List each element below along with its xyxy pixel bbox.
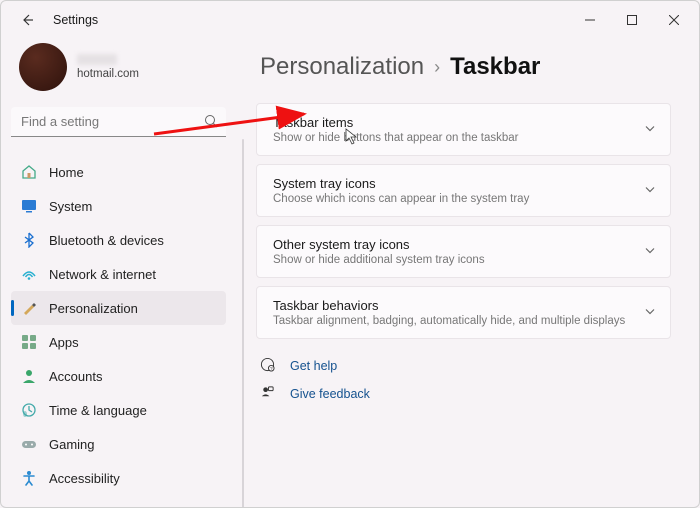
sidebar-item-accounts[interactable]: Accounts [11, 359, 226, 393]
sidebar-item-label: Gaming [49, 437, 95, 452]
search-input[interactable] [11, 107, 226, 137]
card-system-tray[interactable]: System tray icons Choose which icons can… [256, 164, 671, 217]
help-label[interactable]: Get help [290, 359, 337, 373]
gaming-icon [21, 436, 37, 452]
main-content: Personalization › Taskbar Taskbar items … [236, 39, 699, 507]
minimize-button[interactable] [569, 5, 611, 35]
card-taskbar-behaviors[interactable]: Taskbar behaviors Taskbar alignment, bad… [256, 286, 671, 339]
sidebar-item-label: Accessibility [49, 471, 120, 486]
personalization-icon [21, 300, 37, 316]
card-desc: Show or hide buttons that appear on the … [273, 132, 630, 144]
back-button[interactable] [13, 6, 41, 34]
sidebar: hotmail.com Home System Bluetooth & devi… [1, 39, 236, 507]
card-desc: Show or hide additional system tray icon… [273, 254, 630, 266]
close-button[interactable] [653, 5, 695, 35]
feedback-label[interactable]: Give feedback [290, 387, 370, 401]
sidebar-item-label: Time & language [49, 403, 147, 418]
sidebar-item-home[interactable]: Home [11, 155, 226, 189]
sidebar-item-personalization[interactable]: Personalization [11, 291, 226, 325]
apps-icon [21, 334, 37, 350]
sidebar-item-apps[interactable]: Apps [11, 325, 226, 359]
card-desc: Taskbar alignment, badging, automaticall… [273, 315, 630, 327]
card-title: Taskbar behaviors [273, 298, 630, 313]
sidebar-item-label: Personalization [49, 301, 138, 316]
sidebar-item-network[interactable]: Network & internet [11, 257, 226, 291]
avatar [19, 43, 67, 91]
sidebar-item-bluetooth[interactable]: Bluetooth & devices [11, 223, 226, 257]
sidebar-item-label: Home [49, 165, 84, 180]
chevron-down-icon [644, 183, 656, 198]
maximize-button[interactable] [611, 5, 653, 35]
sidebar-item-system[interactable]: System [11, 189, 226, 223]
chevron-down-icon [644, 244, 656, 259]
give-feedback-link[interactable]: Give feedback [260, 385, 671, 403]
card-title: System tray icons [273, 176, 630, 191]
account-name-redacted [77, 54, 117, 65]
system-icon [21, 198, 37, 214]
bluetooth-icon [21, 232, 37, 248]
time-icon [21, 402, 37, 418]
chevron-right-icon: › [434, 57, 440, 78]
sidebar-item-label: System [49, 199, 92, 214]
chevron-down-icon [644, 122, 656, 137]
get-help-link[interactable]: ? Get help [260, 357, 671, 375]
chevron-down-icon [644, 305, 656, 320]
accounts-icon [21, 368, 37, 384]
breadcrumb: Personalization › Taskbar [260, 53, 671, 81]
card-other-tray[interactable]: Other system tray icons Show or hide add… [256, 225, 671, 278]
card-title: Other system tray icons [273, 237, 630, 252]
sidebar-item-label: Accounts [49, 369, 102, 384]
svg-text:?: ? [270, 366, 273, 371]
card-taskbar-items[interactable]: Taskbar items Show or hide buttons that … [256, 103, 671, 156]
titlebar: Settings [1, 1, 699, 39]
home-icon [21, 164, 37, 180]
search-box[interactable] [11, 107, 226, 137]
accessibility-icon [21, 470, 37, 486]
sidebar-item-accessibility[interactable]: Accessibility [11, 461, 226, 495]
sidebar-item-gaming[interactable]: Gaming [11, 427, 226, 461]
network-icon [21, 266, 37, 282]
sidebar-item-label: Apps [49, 335, 79, 350]
breadcrumb-parent[interactable]: Personalization [260, 53, 424, 81]
card-title: Taskbar items [273, 115, 630, 130]
account-email: hotmail.com [77, 68, 139, 80]
scrollbar[interactable] [242, 139, 244, 507]
sidebar-item-label: Network & internet [49, 267, 156, 282]
card-desc: Choose which icons can appear in the sys… [273, 193, 630, 205]
search-icon [204, 114, 218, 131]
window-title: Settings [53, 13, 98, 27]
feedback-icon [260, 385, 276, 403]
account-block[interactable]: hotmail.com [11, 39, 226, 95]
help-icon: ? [260, 357, 276, 375]
breadcrumb-current: Taskbar [450, 53, 540, 81]
sidebar-item-time[interactable]: Time & language [11, 393, 226, 427]
sidebar-item-label: Bluetooth & devices [49, 233, 164, 248]
